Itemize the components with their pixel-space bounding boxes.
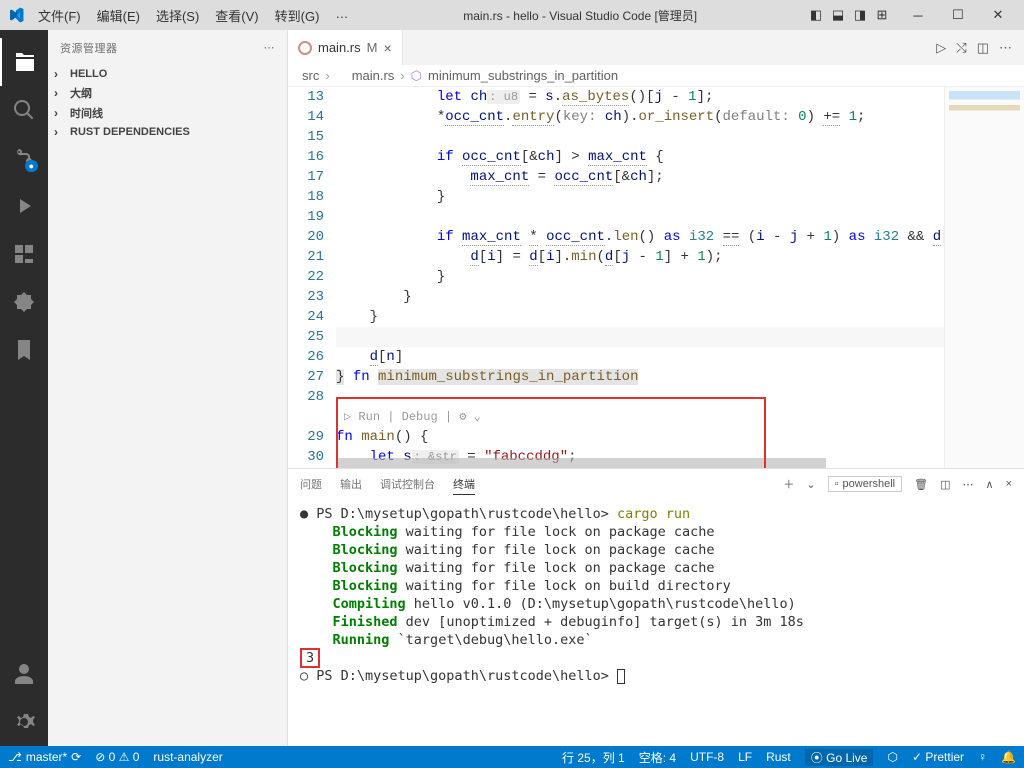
status-bell-icon[interactable]: 🔔 (1001, 749, 1016, 766)
menu-overflow[interactable]: … (329, 4, 354, 27)
sidebar-section-outline[interactable]: ›大纲 (48, 83, 287, 103)
status-hex-icon[interactable]: ⬡ (887, 749, 897, 766)
vscode-logo-icon (8, 7, 24, 23)
window-title: main.rs - hello - Visual Studio Code [管理… (354, 7, 806, 24)
activity-debug-icon[interactable] (0, 182, 48, 230)
editor-more-icon[interactable]: ⋯ (999, 40, 1012, 56)
activity-account-icon[interactable] (0, 650, 48, 698)
tab-close-icon[interactable]: × (383, 40, 391, 56)
chevron-right-icon: › (54, 67, 66, 81)
activity-explorer-icon[interactable] (0, 38, 48, 86)
editor-actions: ▷ ⤭ ◫ ⋯ (936, 30, 1024, 65)
panel-tab-debug[interactable]: 调试控制台 (380, 474, 435, 494)
run-debug-icon[interactable]: ⤭ (956, 40, 966, 56)
tab-main-rs[interactable]: main.rs M × (288, 30, 403, 65)
activity-extensions-icon[interactable] (0, 230, 48, 278)
status-problems[interactable]: ⊘ 0 ⚠ 0 (95, 750, 139, 764)
terminal-kill-icon[interactable]: 🗑 (914, 478, 928, 491)
title-bar: 文件(F) 编辑(E) 选择(S) 查看(V) 转到(G) … main.rs … (0, 0, 1024, 30)
sidebar-header: 资源管理器 ⋯ (48, 30, 287, 65)
terminal-split-dropdown-icon[interactable]: ⌄ (806, 478, 815, 491)
breadcrumb-symbol[interactable]: minimum_substrings_in_partition (428, 68, 618, 83)
editor-body[interactable]: 13141516171819202122232425262728 2930313… (288, 87, 1024, 468)
status-indent[interactable]: 空格: 4 (639, 749, 676, 766)
window-minimize-button[interactable]: ─ (900, 3, 936, 27)
minimap[interactable] (944, 87, 1024, 468)
terminal-output-highlight: 3 (300, 648, 320, 668)
breadcrumbs[interactable]: src › main.rs › ⬡ minimum_substrings_in_… (288, 65, 1024, 87)
line-gutter: 13141516171819202122232425262728 2930313… (288, 87, 336, 468)
panel-more-icon[interactable]: ⋯ (963, 478, 974, 491)
sidebar-more-icon[interactable]: ⋯ (264, 41, 276, 54)
rust-file-icon (298, 41, 312, 55)
menu-view[interactable]: 查看(V) (209, 4, 264, 27)
status-lang[interactable]: Rust (766, 749, 791, 766)
activity-bar: ● (0, 30, 48, 746)
code-content[interactable]: let ch: u8 = s.as_bytes()[j - 1]; *occ_c… (336, 87, 944, 468)
terminal-split-icon[interactable]: ◫ (940, 478, 950, 491)
activity-scm-icon[interactable]: ● (0, 134, 48, 182)
panel-tab-problems[interactable]: 问题 (300, 474, 322, 494)
panel-close-icon[interactable]: × (1006, 478, 1012, 490)
chevron-right-icon: › (54, 86, 66, 100)
panel-tab-terminal[interactable]: 终端 (453, 474, 475, 495)
terminal-selector[interactable]: ▫ powershell (828, 476, 903, 492)
status-encoding[interactable]: UTF-8 (690, 749, 724, 766)
sidebar-section-timeline[interactable]: ›时间线 (48, 103, 287, 123)
menu-goto[interactable]: 转到(G) (269, 4, 326, 27)
symbol-icon: ⬡ (411, 68, 422, 84)
menu-file[interactable]: 文件(F) (32, 4, 87, 27)
menu-select[interactable]: 选择(S) (150, 4, 205, 27)
activity-bookmark-icon[interactable] (0, 326, 48, 374)
menu-edit[interactable]: 编辑(E) (91, 4, 146, 27)
rust-file-icon (336, 71, 346, 81)
status-feedback-icon[interactable]: ♀ (978, 749, 987, 766)
activity-rust-icon[interactable] (0, 278, 48, 326)
status-cursor-pos[interactable]: 行 25，列 1 (562, 749, 625, 766)
layout-panel-right-icon[interactable]: ◨ (850, 5, 870, 25)
terminal-content[interactable]: ● PS D:\mysetup\gopath\rustcode\hello> c… (288, 499, 1024, 746)
chevron-right-icon: › (54, 125, 66, 139)
panel-tab-output[interactable]: 输出 (340, 474, 362, 494)
breadcrumb-src[interactable]: src (302, 68, 319, 83)
highlight-box-main (336, 397, 766, 468)
run-icon[interactable]: ▷ (936, 40, 946, 56)
activity-settings-icon[interactable] (0, 698, 48, 746)
sidebar-section-hello[interactable]: ›HELLO (48, 65, 287, 83)
status-eol[interactable]: LF (738, 749, 752, 766)
breadcrumb-file[interactable]: main.rs (352, 68, 395, 83)
sidebar-section-rust-deps[interactable]: ›RUST DEPENDENCIES (48, 123, 287, 141)
tab-modified-indicator: M (367, 40, 378, 55)
editor-area: main.rs M × ▷ ⤭ ◫ ⋯ src › main.rs › ⬡ mi… (288, 30, 1024, 746)
status-golive[interactable]: ⦿ Go Live (805, 749, 874, 766)
panel-tabs: 问题 输出 调试控制台 终端 ＋ ⌄ ▫ powershell 🗑 ◫ ⋯ ∧ × (288, 469, 1024, 499)
panel: 问题 输出 调试控制台 终端 ＋ ⌄ ▫ powershell 🗑 ◫ ⋯ ∧ ×… (288, 468, 1024, 746)
status-prettier[interactable]: ✓ Prettier (912, 749, 964, 766)
sidebar: 资源管理器 ⋯ ›HELLO ›大纲 ›时间线 ›RUST DEPENDENCI… (48, 30, 288, 746)
sidebar-title: 资源管理器 (60, 40, 118, 56)
layout-customize-icon[interactable]: ⊞ (872, 5, 892, 25)
window-maximize-button[interactable]: ☐ (940, 3, 976, 27)
status-rust-analyzer[interactable]: rust-analyzer (153, 750, 222, 764)
layout-panel-bottom-icon[interactable]: ⬓ (828, 5, 848, 25)
scm-badge: ● (25, 160, 38, 172)
chevron-right-icon: › (54, 106, 66, 120)
menu-bar: 文件(F) 编辑(E) 选择(S) 查看(V) 转到(G) … (32, 4, 354, 27)
status-bar: ⎇ master* ⟳ ⊘ 0 ⚠ 0 rust-analyzer 行 25，列… (0, 746, 1024, 768)
tab-label: main.rs (318, 40, 361, 55)
activity-search-icon[interactable] (0, 86, 48, 134)
layout-panel-left-icon[interactable]: ◧ (806, 5, 826, 25)
status-branch[interactable]: ⎇ master* ⟳ (8, 750, 81, 764)
split-editor-icon[interactable]: ◫ (977, 40, 989, 56)
layout-controls: ◧ ⬓ ◨ ⊞ (806, 5, 892, 25)
terminal-new-icon[interactable]: ＋ (783, 476, 794, 492)
editor-tabs: main.rs M × ▷ ⤭ ◫ ⋯ (288, 30, 1024, 65)
window-close-button[interactable]: ✕ (980, 3, 1016, 27)
panel-maximize-icon[interactable]: ∧ (986, 478, 994, 491)
